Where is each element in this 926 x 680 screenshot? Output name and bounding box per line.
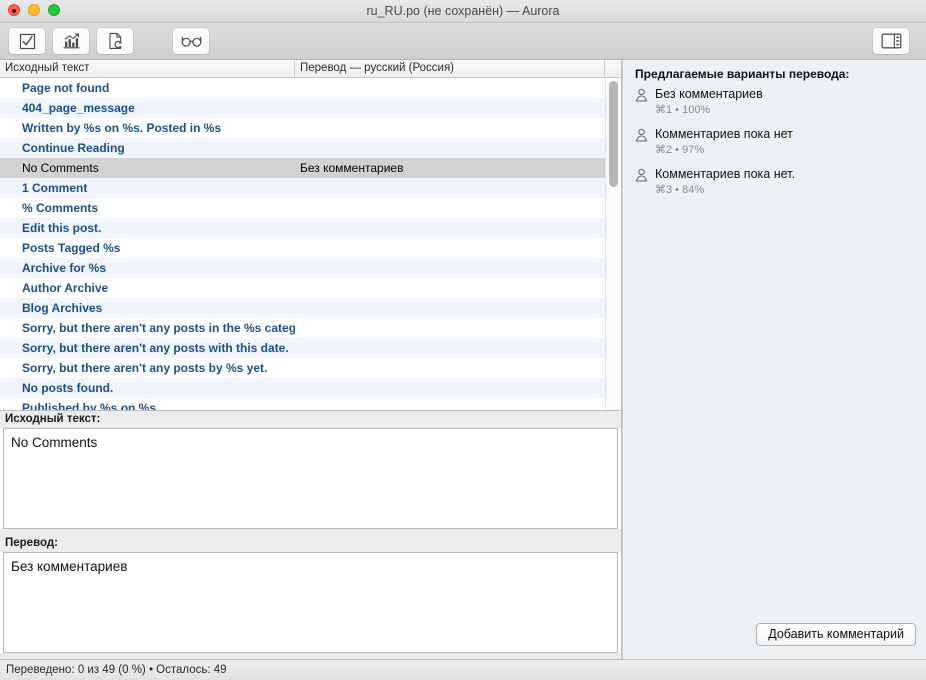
suggestions-title: Предлагаемые варианты перевода:	[635, 67, 850, 81]
suggestion-meta: ⌘1 • 100%	[655, 104, 711, 116]
row-source-text: Blog Archives	[22, 301, 103, 315]
table-row[interactable]: Sorry, but there aren't any posts by %s …	[0, 358, 605, 378]
text-caret	[127, 559, 128, 573]
table-row[interactable]: Sorry, but there aren't any posts in the…	[0, 318, 605, 338]
translation-input[interactable]: Без комментариев	[3, 552, 618, 653]
update-from-source-button[interactable]	[97, 28, 133, 54]
proofread-button[interactable]	[173, 28, 209, 54]
suggestion-text: Комментариев пока нет	[655, 127, 793, 141]
list-scrollbar[interactable]	[605, 78, 621, 410]
row-source-text: Written by %s on %s. Posted in %s	[22, 121, 222, 135]
table-row[interactable]: Author Archive	[0, 278, 605, 298]
source-text-value: No Comments	[11, 435, 98, 450]
table-row[interactable]: Continue Reading	[0, 138, 605, 158]
row-source-text: Sorry, but there aren't any posts in the…	[22, 321, 295, 335]
table-row[interactable]: No posts found.	[0, 378, 605, 398]
table-row[interactable]: Sorry, but there aren't any posts with t…	[0, 338, 605, 358]
add-comment-button[interactable]: Добавить комментарий	[756, 623, 916, 646]
sidebar-panel-icon	[881, 33, 902, 49]
row-source-text: Published by %s on %s	[22, 401, 157, 410]
row-translation-text: Без комментариев	[300, 161, 404, 175]
row-source-text: No Comments	[22, 161, 99, 175]
source-text-box: No Comments	[3, 428, 618, 529]
suggestions-spacer	[623, 207, 926, 623]
row-source-text: Sorry, but there aren't any posts with t…	[22, 341, 289, 355]
row-source-text: Continue Reading	[22, 141, 125, 155]
list-container: Page not found 404_page_message Written by…	[0, 78, 621, 411]
person-icon	[635, 128, 649, 147]
column-header-end	[605, 60, 621, 77]
translation-list[interactable]: Page not found 404_page_message Written by…	[0, 78, 605, 410]
person-icon	[635, 168, 649, 187]
row-source-text: Archive for %s	[22, 261, 107, 275]
left-pane: Исходный текст Перевод — русский (Россия…	[0, 60, 622, 659]
sidebar-toggle-button[interactable]	[873, 28, 909, 54]
row-source-text: Posts Tagged %s	[22, 241, 121, 255]
status-bar: Переведено: 0 из 49 (0 %) • Осталось: 49	[0, 659, 926, 680]
table-row[interactable]: Published by %s on %s	[0, 398, 605, 410]
suggestion-meta: ⌘2 • 97%	[655, 144, 705, 156]
suggestion-text: Комментариев пока нет.	[655, 167, 795, 181]
list-header: Исходный текст Перевод — русский (Россия…	[0, 60, 621, 78]
suggestion-item[interactable]: Комментариев пока нет ⌘2 • 97%	[633, 127, 926, 157]
list-scrollbar-thumb[interactable]	[609, 81, 618, 187]
table-row[interactable]: Blog Archives	[0, 298, 605, 318]
table-row[interactable]: No Comments Без комментариев	[0, 158, 605, 178]
table-row[interactable]: Page not found	[0, 78, 605, 98]
suggestions-pane: Предлагаемые варианты перевода: Без комм…	[622, 60, 926, 659]
table-row[interactable]: Edit this post.	[0, 218, 605, 238]
person-icon	[635, 88, 649, 107]
translation-value: Без комментариев	[11, 559, 128, 574]
table-row[interactable]: 404_page_message	[0, 98, 605, 118]
add-comment-area: Добавить комментарий	[623, 623, 926, 659]
row-source-text: 404_page_message	[22, 101, 135, 115]
bar-chart-icon	[62, 33, 81, 50]
document-refresh-icon	[107, 32, 124, 50]
suggestion-item[interactable]: Комментариев пока нет. ⌘3 • 84%	[633, 167, 926, 197]
checkbox-check-icon	[19, 33, 36, 50]
table-row[interactable]: Written by %s on %s. Posted in %s	[0, 118, 605, 138]
translation-label: Перевод:	[0, 535, 621, 552]
aurora-window: ru_RU.po (не сохранён) — Aurora Исходный…	[0, 0, 926, 680]
toolbar	[0, 23, 926, 60]
table-row[interactable]: Archive for %s	[0, 258, 605, 278]
titlebar: ru_RU.po (не сохранён) — Aurora	[0, 0, 926, 23]
window-title: ru_RU.po (не сохранён) — Aurora	[366, 4, 560, 18]
suggestion-text: Без комментариев	[655, 87, 763, 101]
row-source-text: Sorry, but there aren't any posts by %s …	[22, 361, 268, 375]
table-row[interactable]: 1 Comment	[0, 178, 605, 198]
main-area: Исходный текст Перевод — русский (Россия…	[0, 60, 926, 659]
row-source-text: Page not found	[22, 81, 110, 95]
column-header-translation[interactable]: Перевод — русский (Россия)	[295, 60, 605, 77]
source-text-label: Исходный текст:	[0, 411, 621, 428]
table-row[interactable]: Posts Tagged %s	[0, 238, 605, 258]
suggestion-item[interactable]: Без комментариев ⌘1 • 100%	[633, 87, 926, 117]
statistics-button[interactable]	[53, 28, 89, 54]
validate-button[interactable]	[9, 28, 45, 54]
row-source-text: 1 Comment	[22, 181, 88, 195]
row-source-text: No posts found.	[22, 381, 114, 395]
table-row[interactable]: % Comments	[0, 198, 605, 218]
suggestion-meta: ⌘3 • 84%	[655, 184, 705, 196]
row-source-text: Edit this post.	[22, 221, 102, 235]
suggestions-list: Без комментариев ⌘1 • 100% Комментариев по…	[623, 87, 926, 207]
row-source-text: % Comments	[22, 201, 99, 215]
glasses-icon	[181, 35, 202, 48]
row-source-text: Author Archive	[22, 281, 109, 295]
column-header-source[interactable]: Исходный текст	[0, 60, 295, 77]
